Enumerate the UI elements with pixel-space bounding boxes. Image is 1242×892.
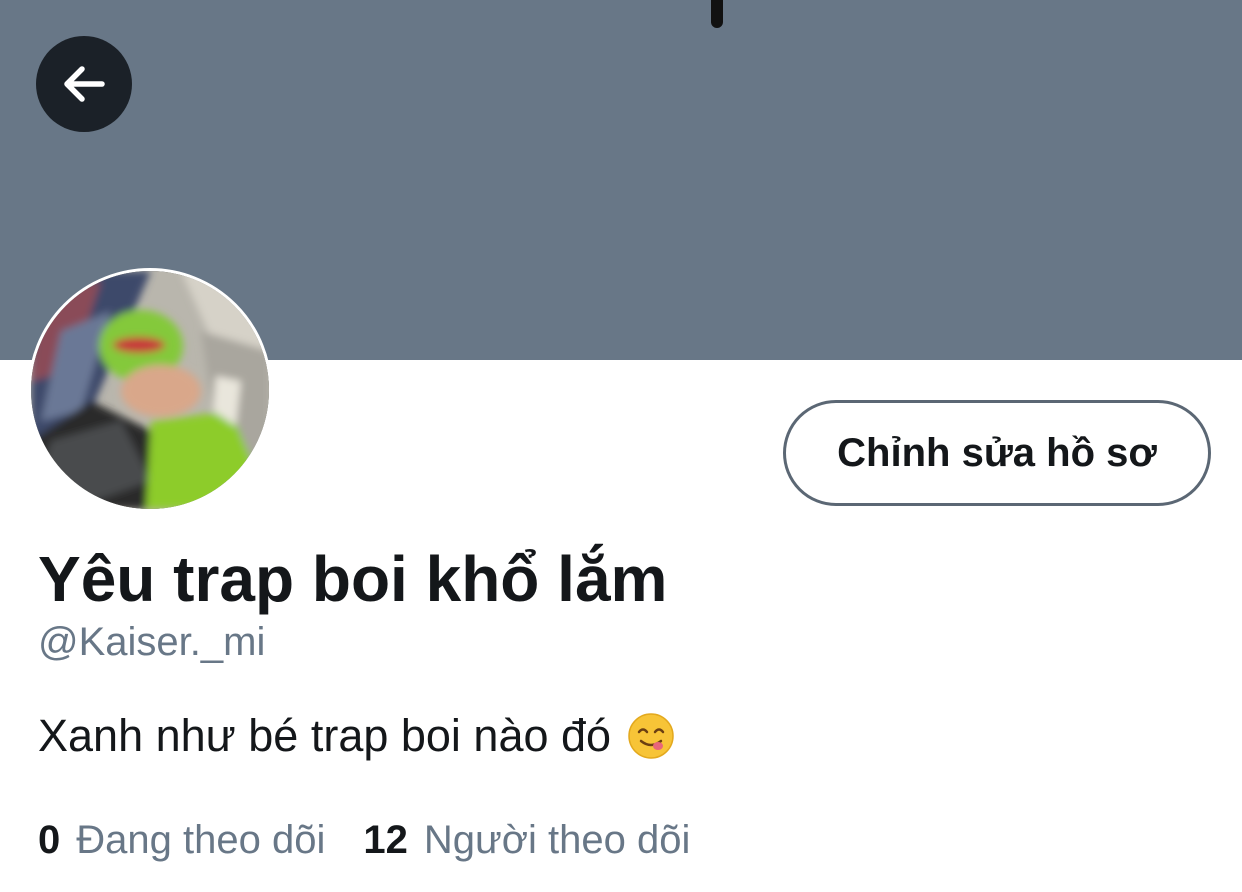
back-button[interactable]	[36, 36, 132, 132]
profile-handle: @Kaiser._mi	[38, 620, 266, 664]
following-stat[interactable]: 0 Đang theo dõi	[38, 818, 325, 863]
bio-text: Xanh như bé trap boi nào đó	[38, 710, 612, 761]
arrow-left-icon	[64, 66, 105, 102]
profile-page: Chỉnh sửa hồ sơ Yêu trap boi khổ lắm @Ka…	[0, 0, 1242, 892]
profile-stats: 0 Đang theo dõi 12 Người theo dõi	[38, 818, 728, 863]
following-label: Đang theo dõi	[76, 818, 326, 862]
avatar[interactable]	[28, 268, 272, 512]
followers-label: Người theo dõi	[423, 818, 691, 862]
profile-bio: Xanh như bé trap boi nào đó	[38, 710, 675, 762]
face-savoring-food-emoji	[627, 712, 675, 760]
following-count: 0	[38, 818, 61, 862]
edit-profile-button[interactable]: Chỉnh sửa hồ sơ	[783, 400, 1211, 506]
followers-count: 12	[363, 818, 408, 862]
avatar-image	[31, 271, 269, 509]
followers-stat[interactable]: 12 Người theo dõi	[363, 818, 690, 863]
profile-display-name: Yêu trap boi khổ lắm	[38, 543, 668, 615]
status-notch	[711, 0, 723, 28]
